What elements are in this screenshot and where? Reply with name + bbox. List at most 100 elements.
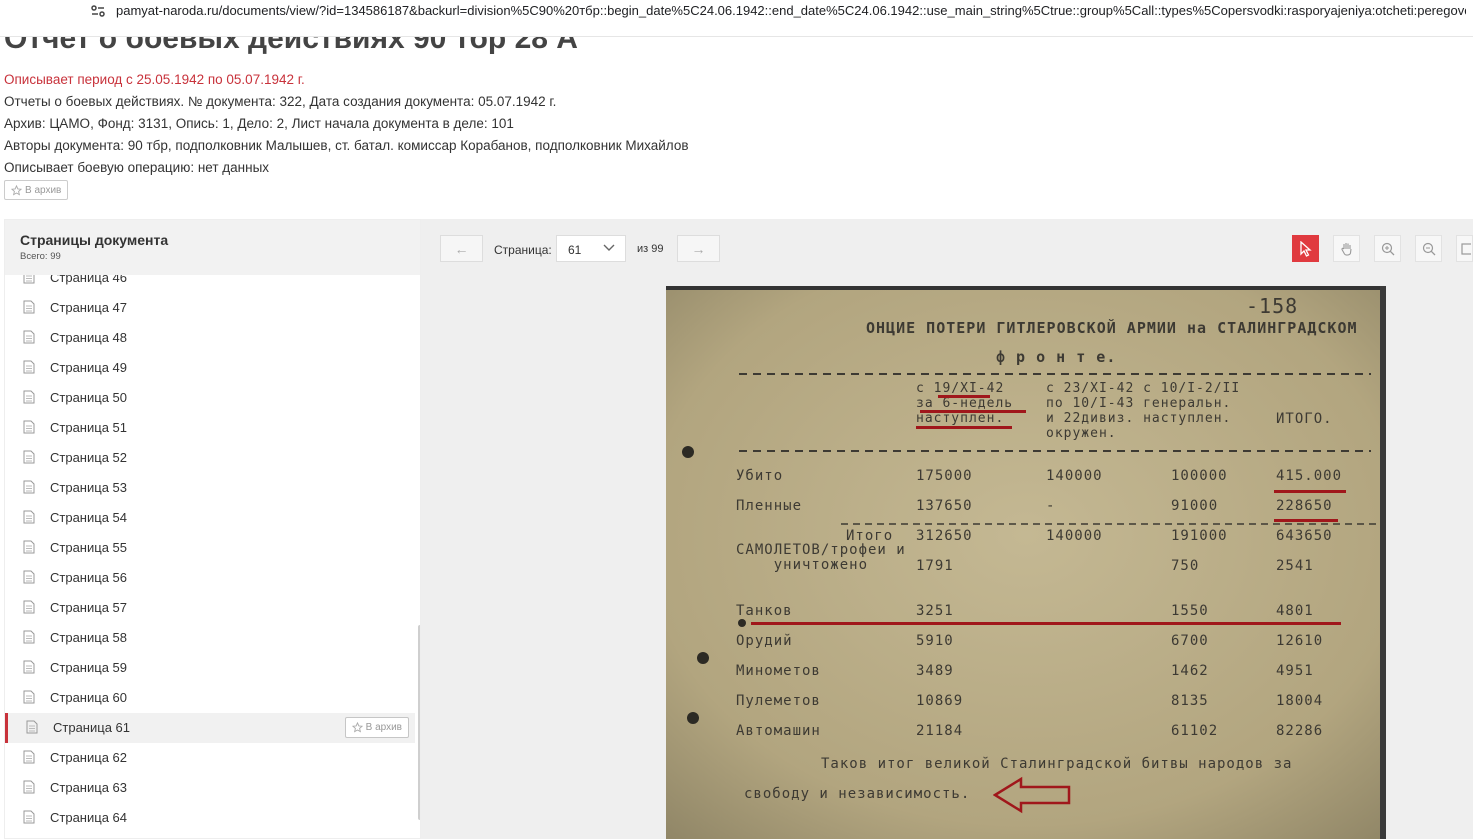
hand-icon [1340, 242, 1352, 256]
scan-column-header: с 19/XI-42 за 6-недель наступлен. [916, 381, 1014, 426]
scan-cell: 4801 [1276, 603, 1314, 619]
scan-underline [920, 410, 1026, 413]
scan-heading: ф р о н т е. [996, 348, 1117, 366]
document-meta-line: Авторы документа: 90 тбр, подполковник М… [4, 138, 689, 153]
scan-cell: 91000 [1171, 498, 1219, 514]
next-page-button[interactable]: → [677, 235, 720, 262]
page-list-item[interactable]: Страница 57 [5, 593, 415, 623]
page-item-label: Страница 52 [50, 450, 127, 465]
scan-cell: 750 [1171, 558, 1200, 574]
total-pages-label: из 99 [637, 243, 664, 255]
page-item-label: Страница 54 [50, 510, 127, 525]
scan-underline [916, 426, 1012, 429]
page-list-item[interactable]: Страница 53 [5, 473, 415, 503]
site-info-icon[interactable] [90, 3, 106, 19]
cursor-icon [1299, 240, 1312, 257]
scan-footer: свободу и независимость. [744, 786, 971, 802]
page-item-label: Страница 57 [50, 600, 127, 615]
fit-icon [1460, 242, 1471, 255]
add-to-archive-button[interactable]: В архив [4, 180, 69, 200]
scan-cell: 415.000 [1276, 468, 1343, 484]
page-list-item[interactable]: Страница 64 [5, 803, 415, 833]
scan-underline [1274, 490, 1346, 493]
page-list-item[interactable]: Страница 52 [5, 443, 415, 473]
document-icon [23, 630, 35, 644]
viewer-toolbar: ← Страница: 61 из 99 → [421, 219, 1473, 279]
scan-cell: 1791 [916, 558, 954, 574]
scan-cell: 140000 [1046, 528, 1103, 544]
scan-cell: 12610 [1276, 633, 1324, 649]
page-item-label: Страница 58 [50, 630, 127, 645]
scan-cell: 18004 [1276, 693, 1324, 709]
select-tool-button[interactable] [1292, 235, 1319, 262]
scan-cell: Убито [736, 468, 784, 484]
scan-cell: Пленные [736, 498, 803, 514]
page-list-item[interactable]: Страница 58 [5, 623, 415, 653]
page-list-item[interactable]: Страница 46 [5, 275, 415, 293]
scan-cell: 228650 [1276, 498, 1333, 514]
scan-column-header: ИТОГО. [1276, 411, 1333, 427]
zoom-in-icon [1381, 242, 1394, 255]
page-list-item[interactable]: Страница 62 [5, 743, 415, 773]
document-icon [23, 275, 35, 284]
scan-page-number: -158 [1246, 294, 1299, 318]
scanned-page-image[interactable]: -158 ОНЦИЕ ПОТЕРИ ГИТЛЕРОВСКОЙ АРМИИ на … [666, 286, 1386, 839]
document-icon [23, 510, 35, 524]
scan-cell: Орудий [736, 633, 793, 649]
page-list-item[interactable]: Страница 56 [5, 563, 415, 593]
scan-cell: Танков [736, 603, 793, 619]
page-list-item[interactable]: Страница 50 [5, 383, 415, 413]
page-list-item[interactable]: Страница 47 [5, 293, 415, 323]
prev-page-button[interactable]: ← [440, 235, 483, 262]
document-icon [23, 600, 35, 614]
sidebar-title: Страницы документа [20, 232, 169, 248]
page-list-item[interactable]: Страница 60 [5, 683, 415, 713]
page-item-label: Страница 55 [50, 540, 127, 555]
scan-underline [1274, 519, 1338, 522]
page-list-item[interactable]: Страница 55 [5, 533, 415, 563]
page-item-label: Страница 53 [50, 480, 127, 495]
archive-button-label: В архив [365, 722, 402, 733]
fit-page-button[interactable] [1456, 235, 1473, 262]
page-item-label: Страница 56 [50, 570, 127, 585]
zoom-in-button[interactable] [1374, 235, 1401, 262]
scan-cell: 61102 [1171, 723, 1219, 739]
scan-cell: 3251 [916, 603, 954, 619]
scan-cell: 8135 [1171, 693, 1209, 709]
document-icon [23, 660, 35, 674]
archive-button-label: В архив [25, 184, 62, 196]
chevron-down-icon [603, 244, 615, 251]
arrow-left-icon [993, 776, 1071, 814]
address-bar[interactable]: pamyat-naroda.ru/documents/view/?id=1345… [0, 0, 1473, 37]
page-list-item[interactable]: Страница 61 В архив [5, 713, 415, 743]
scan-cell: 643650 [1276, 528, 1333, 544]
url-text[interactable]: pamyat-naroda.ru/documents/view/?id=1345… [116, 3, 1466, 18]
document-pages-sidebar: Страницы документа Всего: 99 Страница 46… [4, 219, 421, 839]
scan-cell: - [1046, 498, 1056, 514]
document-viewer: ← Страница: 61 из 99 → -158 ОНЦИЕ ПОТЕРИ… [421, 219, 1473, 839]
document-icon [23, 300, 35, 314]
scan-cell: 6700 [1171, 633, 1209, 649]
page-item-label: Страница 48 [50, 330, 127, 345]
zoom-out-button[interactable] [1415, 235, 1442, 262]
scan-cell: 4951 [1276, 663, 1314, 679]
document-icon [23, 570, 35, 584]
page-select[interactable]: 61 [556, 235, 626, 262]
scan-cell: 21184 [916, 723, 964, 739]
page-archive-button[interactable]: В архив [344, 717, 409, 738]
page-item-label: Страница 62 [50, 750, 127, 765]
page-list-item[interactable]: Страница 51 [5, 413, 415, 443]
document-icon [23, 330, 35, 344]
scan-footer: Таков итог великой Сталинградской битвы … [821, 756, 1293, 772]
pan-tool-button[interactable] [1333, 235, 1360, 262]
page-list-item[interactable]: Страница 63 [5, 773, 415, 803]
page-list-item[interactable]: Страница 54 [5, 503, 415, 533]
page-item-label: Страница 46 [50, 275, 127, 285]
page-list-item[interactable]: Страница 49 [5, 353, 415, 383]
document-icon [23, 360, 35, 374]
document-icon [23, 780, 35, 794]
document-icon [23, 480, 35, 494]
page-list-item[interactable]: Страница 48 [5, 323, 415, 353]
scan-underline [751, 622, 1341, 625]
page-list-item[interactable]: Страница 59 [5, 653, 415, 683]
